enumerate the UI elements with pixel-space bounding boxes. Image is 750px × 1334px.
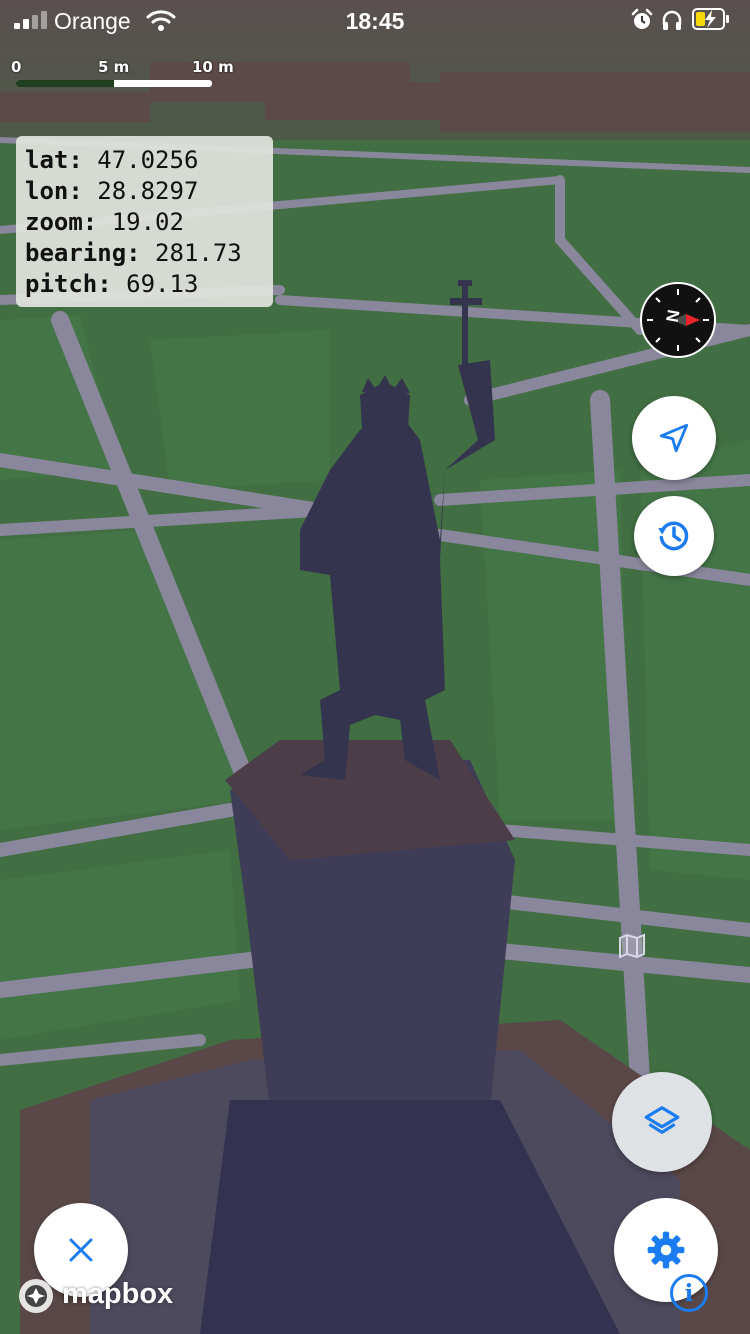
map-scale-bar: 0 5 m 10 m <box>11 58 234 90</box>
pitch-value: 69.13 <box>126 270 199 298</box>
layers-icon <box>644 1106 680 1134</box>
scale-label-0: 0 <box>11 58 22 76</box>
history-button[interactable] <box>634 496 714 576</box>
compass-button[interactable]: N <box>640 282 716 358</box>
bearing-label: bearing: <box>25 239 141 267</box>
lat-value: 47.0256 <box>97 146 199 174</box>
locate-me-button[interactable] <box>632 396 716 480</box>
close-icon <box>69 1238 93 1262</box>
scale-bar-graphic <box>16 80 212 87</box>
history-icon <box>658 521 689 551</box>
lon-row: lon: 28.8297 <box>25 176 273 207</box>
scale-label-5m: 5 m <box>98 58 130 76</box>
compass-north-label: N <box>663 308 684 323</box>
scale-label-10m: 10 m <box>192 58 234 76</box>
lat-label: lat: <box>25 146 83 174</box>
pitch-label: pitch: <box>25 270 112 298</box>
mapbox-logo-icon <box>19 1279 53 1313</box>
alarm-icon <box>631 8 653 29</box>
lat-row: lat: 47.0256 <box>25 145 273 176</box>
battery-charging-icon <box>692 8 729 30</box>
headphones-icon <box>662 10 682 30</box>
mapbox-logo[interactable]: mapbox <box>16 1276 196 1316</box>
layers-button[interactable] <box>612 1072 712 1172</box>
bearing-row: bearing: 281.73 <box>25 238 273 269</box>
attribution-info-button[interactable]: i <box>670 1274 708 1312</box>
camera-info-panel: lat: 47.0256 lon: 28.8297 zoom: 19.02 be… <box>16 136 273 307</box>
zoom-label: zoom: <box>25 208 98 236</box>
bearing-value: 281.73 <box>155 239 242 267</box>
lon-label: lon: <box>25 177 83 205</box>
gear-icon <box>647 1231 685 1269</box>
zoom-row: zoom: 19.02 <box>25 207 273 238</box>
status-bar: Orange 18:45 <box>0 0 750 40</box>
compass-icon: N <box>647 289 709 351</box>
pitch-row: pitch: 69.13 <box>25 269 273 300</box>
navigation-arrow-icon <box>659 423 689 453</box>
zoom-value: 19.02 <box>111 208 184 236</box>
map-attribution-icon[interactable] <box>618 932 646 960</box>
lon-value: 28.8297 <box>97 177 199 205</box>
mapbox-wordmark: mapbox <box>62 1278 174 1310</box>
